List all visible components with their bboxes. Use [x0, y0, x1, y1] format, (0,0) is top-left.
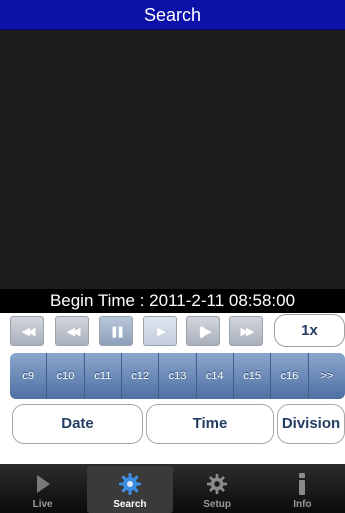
channel-selector: c9 c10 c11 c12 c13 c14 c15 c16 >> [10, 353, 345, 399]
tab-live-label: Live [32, 499, 53, 510]
speed-button[interactable]: 1x [274, 314, 345, 347]
channel-c14-button[interactable]: c14 [197, 353, 234, 399]
info-icon [297, 469, 307, 499]
begin-time-value: 2011-2-11 08:58:00 [149, 291, 296, 310]
fast-forward-icon: ▶▶ [240, 325, 255, 338]
step-forward-icon: ❚▶ [197, 325, 212, 338]
page-title: Search [143, 5, 202, 25]
gear-icon [118, 469, 142, 499]
channel-c10-button[interactable]: c10 [47, 353, 85, 399]
channel-c15-button[interactable]: c15 [234, 353, 272, 399]
rewind-icon: ◀◀ [66, 325, 81, 338]
tab-search[interactable]: Search [87, 466, 173, 513]
channel-c9-button[interactable]: c9 [10, 353, 48, 399]
fast-forward-button[interactable]: ▶▶ [229, 316, 263, 346]
tab-setup-label: Setup [203, 499, 232, 510]
channel-c13-button[interactable]: c13 [159, 353, 197, 399]
tab-bar: Live Search Setup Info [0, 464, 345, 513]
tab-setup[interactable]: Setup [175, 464, 260, 513]
date-button[interactable]: Date [12, 404, 143, 444]
playback-controls: ◀◀ ◀◀ ❚❚ ▶ ❚▶ ▶▶ 1x [0, 313, 345, 349]
division-button[interactable]: Division [277, 404, 345, 444]
begin-time-label: Begin Time : [49, 291, 145, 310]
step-forward-button[interactable]: ❚▶ [186, 316, 220, 346]
tab-info-label: Info [293, 499, 312, 510]
channel-c12-button[interactable]: c12 [122, 353, 160, 399]
play-icon: ▶ [157, 325, 166, 338]
play-button[interactable]: ▶ [143, 316, 177, 346]
gear-icon [206, 469, 228, 499]
channel-c16-button[interactable]: c16 [271, 353, 309, 399]
tab-info[interactable]: Info [260, 464, 345, 513]
tab-search-label: Search [113, 499, 147, 510]
rewind-button[interactable]: ◀◀ [55, 316, 89, 346]
play-icon [33, 469, 53, 499]
fast-rewind-icon: ◀◀ [21, 325, 36, 338]
channel-next-button[interactable]: >> [309, 353, 345, 399]
time-button[interactable]: Time [146, 404, 274, 444]
tab-live[interactable]: Live [0, 464, 85, 513]
channel-c11-button[interactable]: c11 [85, 353, 122, 399]
fast-rewind-button[interactable]: ◀◀ [10, 316, 44, 346]
video-player-area[interactable] [0, 30, 345, 289]
pause-button[interactable]: ❚❚ [99, 316, 133, 346]
title-bar: Search [0, 0, 345, 30]
begin-time-bar: Begin Time : 2011-2-11 08:58:00 [0, 289, 345, 313]
pause-icon: ❚❚ [109, 325, 126, 338]
